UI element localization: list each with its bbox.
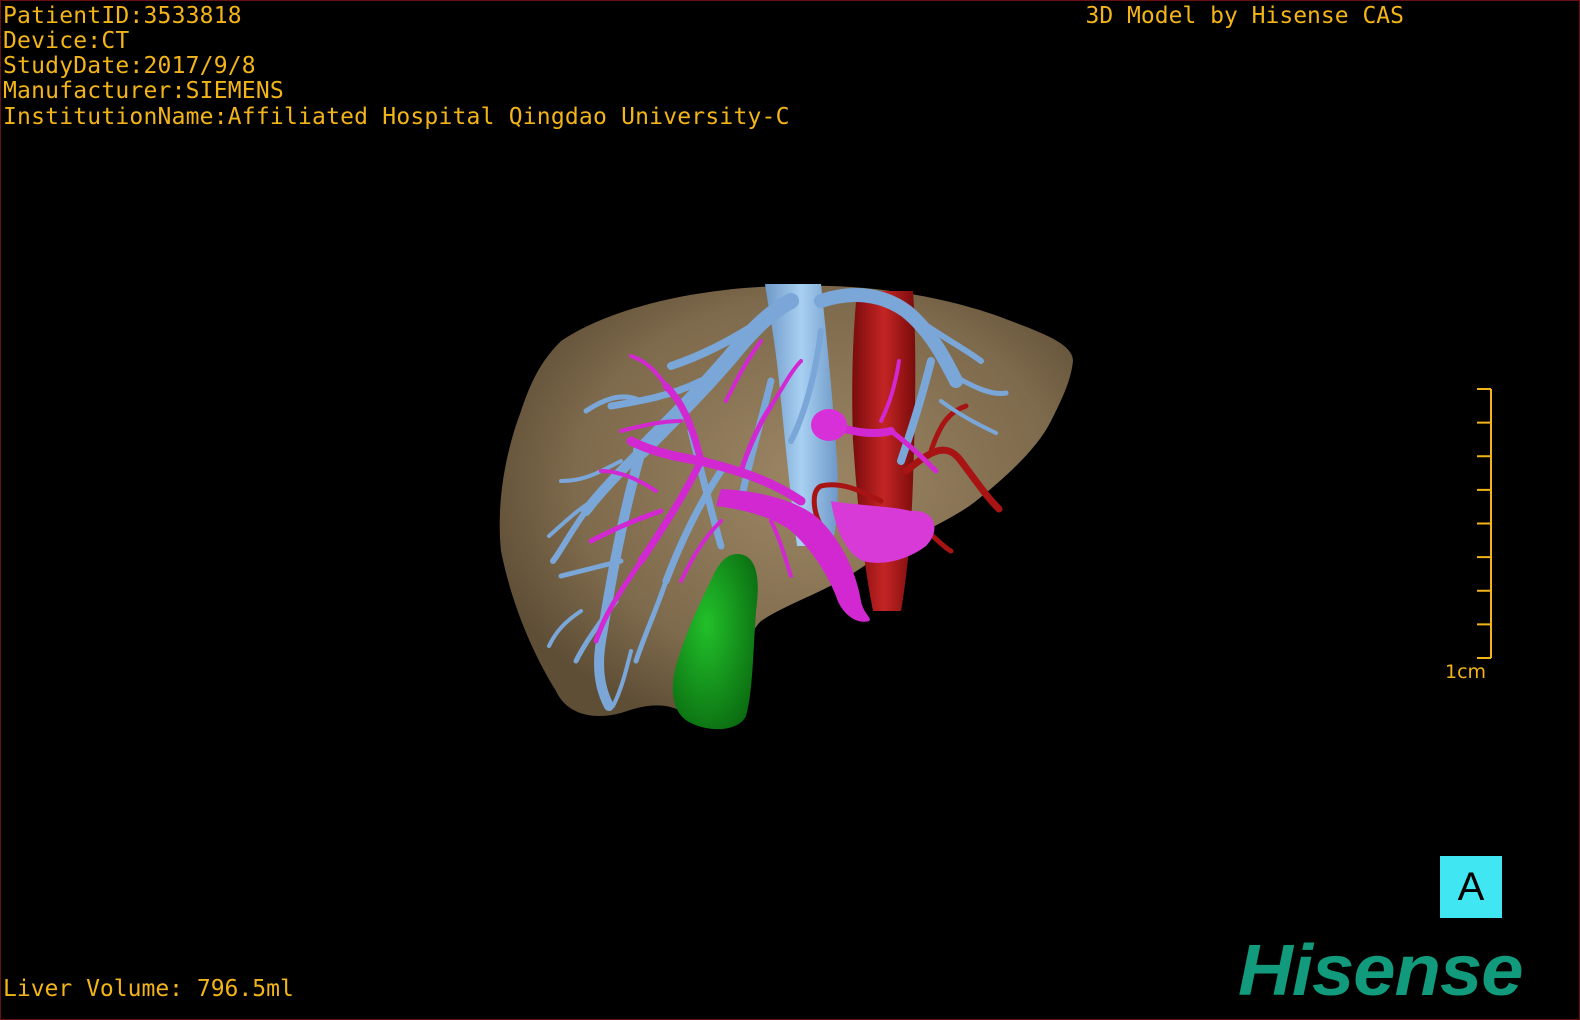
liver-volume-label: Liver Volume: 796.5ml xyxy=(3,976,294,1002)
scale-bar xyxy=(1477,388,1492,659)
patient-id-label: PatientID:3533818 xyxy=(3,3,242,29)
hisense-logo: Hisense xyxy=(1238,930,1523,1011)
liver-3d-model[interactable] xyxy=(1,1,1579,1019)
manufacturer-label: Manufacturer:SIEMENS xyxy=(3,78,284,104)
model-credit-label: 3D Model by Hisense CAS xyxy=(1085,3,1405,29)
scale-bar-label: 1cm xyxy=(1445,661,1487,683)
institution-label: InstitutionName:Affiliated Hospital Qing… xyxy=(3,104,790,130)
portal-vein-bulge xyxy=(811,409,847,441)
device-label: Device:CT xyxy=(3,28,130,54)
3d-viewport[interactable]: PatientID:3533818 Device:CT StudyDate:20… xyxy=(0,0,1580,1020)
study-date-label: StudyDate:2017/9/8 xyxy=(3,53,256,79)
view-orientation-button[interactable]: A xyxy=(1440,856,1502,918)
